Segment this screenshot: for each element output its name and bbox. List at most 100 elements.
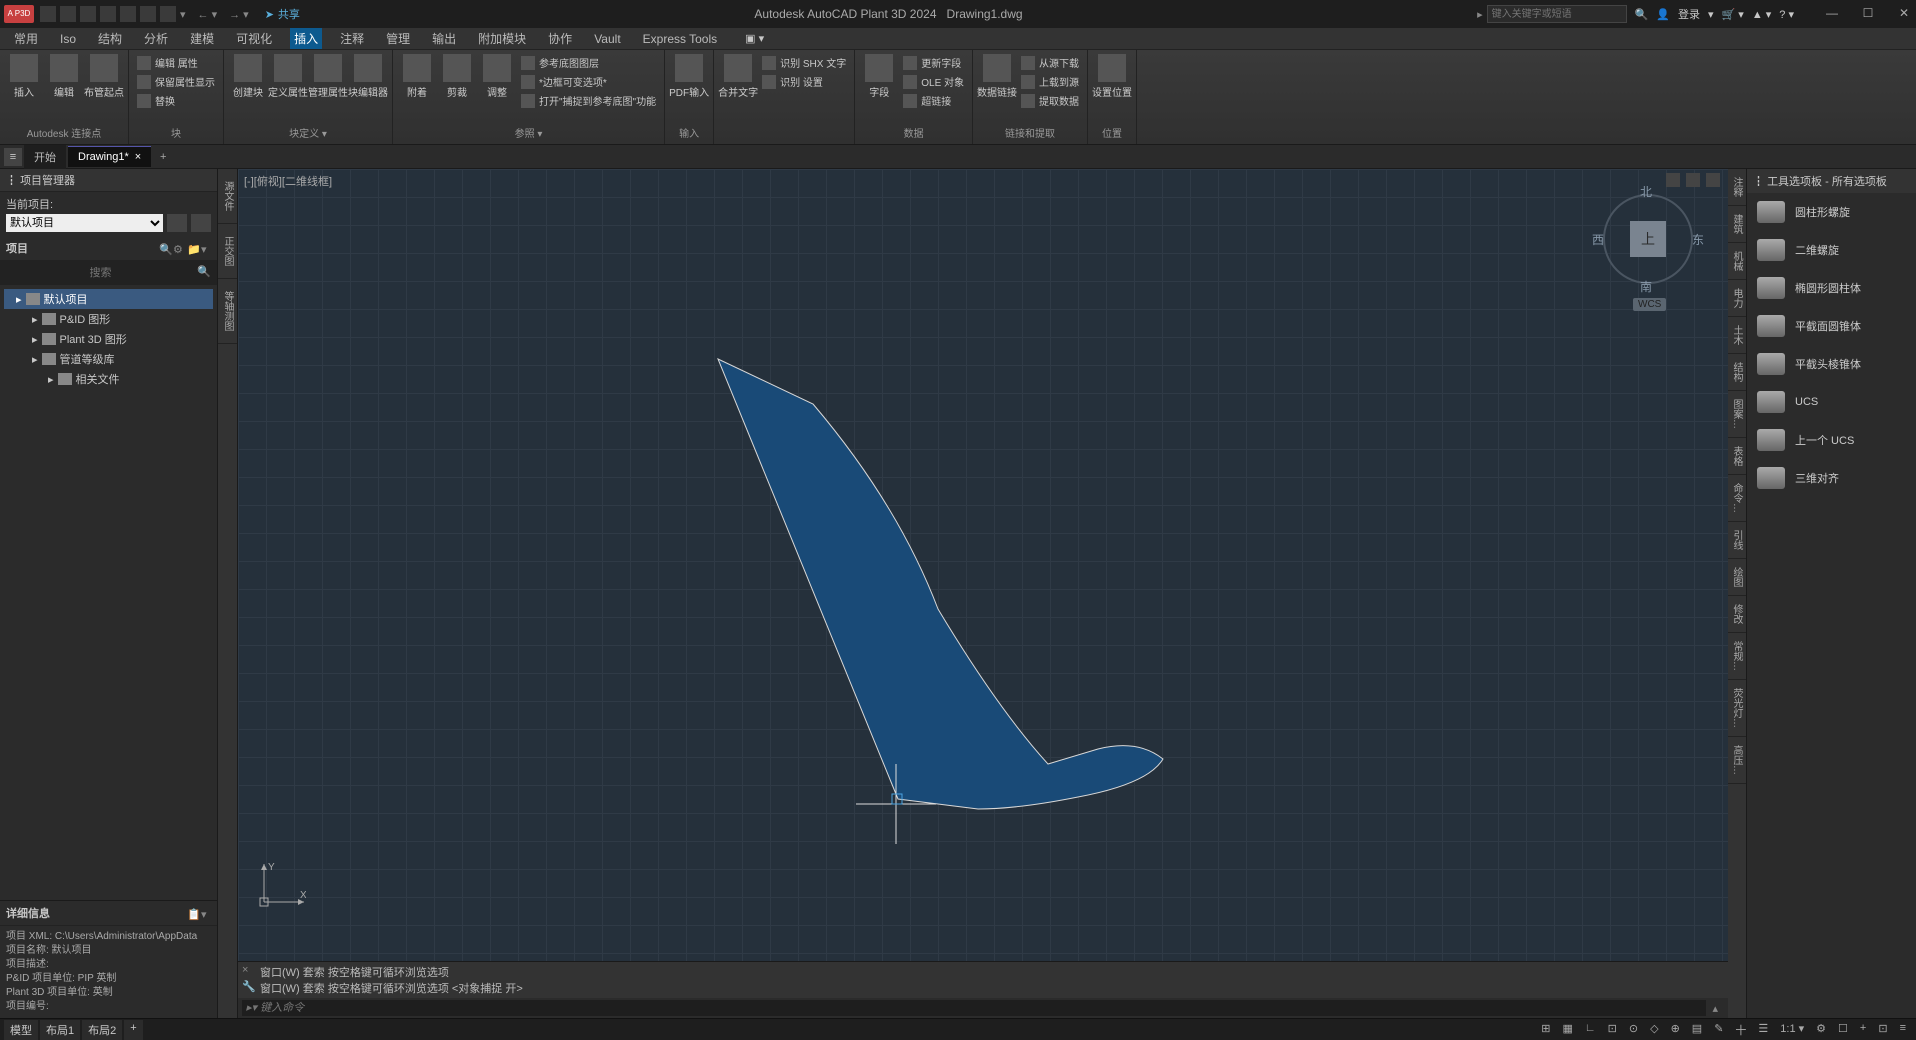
layout-tab-2[interactable]: 布局2 bbox=[82, 1020, 122, 1040]
viewport-label[interactable]: [-][俯视][二维线框] bbox=[244, 173, 332, 189]
ribbon-button-3-2[interactable]: 调整 bbox=[479, 54, 515, 99]
ribbon-button-2-1[interactable]: 定义属性 bbox=[270, 54, 306, 99]
viewcube-north[interactable]: 北 bbox=[1640, 183, 1652, 200]
ribbon-small-5-1[interactable]: 识别 设置 bbox=[760, 73, 848, 90]
right-vtab-11[interactable]: 修改 bbox=[1728, 596, 1746, 633]
right-vtab-13[interactable]: 荧光灯… bbox=[1728, 680, 1746, 737]
menu-item-9[interactable]: 输出 bbox=[428, 28, 460, 49]
ribbon-button-0-2[interactable]: 布管起点 bbox=[86, 54, 122, 99]
status-item-8[interactable]: ✎ bbox=[1710, 1020, 1727, 1040]
vtab-2[interactable]: 等轴测图 bbox=[218, 279, 237, 344]
tool-item-6[interactable]: 上一个 UCS bbox=[1747, 421, 1916, 459]
menu-item-0[interactable]: 常用 bbox=[10, 28, 42, 49]
vp-maximize-icon[interactable] bbox=[1686, 173, 1700, 187]
help-search-input[interactable] bbox=[1487, 5, 1627, 23]
qat-undo-icon[interactable] bbox=[140, 6, 156, 22]
menu-item-3[interactable]: 分析 bbox=[140, 28, 172, 49]
ribbon-button-7-0[interactable]: 数据链接 bbox=[979, 54, 1015, 99]
ribbon-button-6-0[interactable]: 字段 bbox=[861, 54, 897, 99]
help-icon[interactable]: ? ▾ bbox=[1779, 8, 1794, 21]
proj-tool2-icon[interactable]: ⚙ bbox=[173, 243, 183, 253]
right-vtab-1[interactable]: 建筑 bbox=[1728, 206, 1746, 243]
right-vtab-14[interactable]: 高压… bbox=[1728, 737, 1746, 784]
add-tab-button[interactable]: + bbox=[153, 151, 173, 163]
ribbon-small-6-1[interactable]: OLE 对象 bbox=[901, 73, 966, 90]
viewcube-east[interactable]: 东 bbox=[1692, 231, 1704, 248]
menu-item-7[interactable]: 注释 bbox=[336, 28, 368, 49]
project-dropdown[interactable]: 默认项目 bbox=[6, 214, 163, 232]
search-icon[interactable]: 🔍 bbox=[1635, 8, 1649, 21]
layout-tab-model[interactable]: 模型 bbox=[4, 1020, 38, 1040]
status-extra-0[interactable]: ⚙ bbox=[1812, 1020, 1830, 1040]
viewcube-wcs[interactable]: WCS bbox=[1633, 298, 1666, 311]
menu-item-6[interactable]: 插入 bbox=[290, 28, 322, 49]
viewcube-west[interactable]: 西 bbox=[1592, 231, 1604, 248]
status-item-4[interactable]: ⊙ bbox=[1625, 1020, 1642, 1040]
ribbon-small-3-0[interactable]: 参考底图图层 bbox=[519, 54, 658, 71]
status-item-3[interactable]: ⊡ bbox=[1604, 1020, 1621, 1040]
tree-item-4[interactable]: ▸相关文件 bbox=[4, 369, 213, 389]
qat-save-icon[interactable] bbox=[80, 6, 96, 22]
qat-new-icon[interactable] bbox=[40, 6, 56, 22]
vtab-0[interactable]: 源文件 bbox=[218, 169, 237, 224]
status-item-2[interactable]: ∟ bbox=[1581, 1020, 1600, 1040]
qat-redo-icon[interactable] bbox=[160, 6, 176, 22]
vp-minimize-icon[interactable] bbox=[1666, 173, 1680, 187]
right-vtab-10[interactable]: 绘图 bbox=[1728, 559, 1746, 596]
apps-icon[interactable]: ▲ ▾ bbox=[1752, 8, 1771, 21]
ribbon-button-2-3[interactable]: 块编辑器 bbox=[350, 54, 386, 99]
drawing-canvas[interactable]: [-][俯视][二维线框] 上 北 南 东 西 WCS X bbox=[238, 169, 1728, 1018]
close-button[interactable]: ✕ bbox=[1896, 6, 1912, 22]
viewcube[interactable]: 上 北 南 东 西 WCS bbox=[1598, 189, 1698, 289]
qat-arrow2-icon[interactable]: → ▾ bbox=[229, 8, 249, 21]
status-item-0[interactable]: ⊞ bbox=[1537, 1020, 1554, 1040]
status-item-7[interactable]: ▤ bbox=[1688, 1020, 1706, 1040]
tool-item-0[interactable]: 圆柱形螺旋 bbox=[1747, 193, 1916, 231]
status-item-1[interactable]: ▦ bbox=[1558, 1020, 1576, 1040]
tree-item-0[interactable]: ▸默认项目 bbox=[4, 289, 213, 309]
ribbon-button-2-2[interactable]: 管理属性 bbox=[310, 54, 346, 99]
tree-item-2[interactable]: ▸Plant 3D 图形 bbox=[4, 329, 213, 349]
proj-tool1-icon[interactable]: 🔍 bbox=[159, 243, 169, 253]
tab-start[interactable]: 开始 bbox=[24, 145, 66, 169]
ribbon-small-1-1[interactable]: 保留属性显示 bbox=[135, 73, 217, 90]
tool-item-2[interactable]: 椭圆形圆柱体 bbox=[1747, 269, 1916, 307]
status-item-10[interactable]: ☰ bbox=[1754, 1020, 1772, 1040]
command-input[interactable] bbox=[242, 1000, 1706, 1016]
ribbon-button-3-0[interactable]: 附着 bbox=[399, 54, 435, 99]
ribbon-button-0-0[interactable]: 插入 bbox=[6, 54, 42, 99]
menu-overflow-icon[interactable]: ▣ ▾ bbox=[745, 32, 764, 45]
qat-arrow-icon[interactable]: ← ▾ bbox=[198, 8, 218, 21]
qat-dropdown-icon[interactable]: ▾ bbox=[180, 8, 186, 21]
vp-close-icon[interactable] bbox=[1706, 173, 1720, 187]
tab-drawing1[interactable]: Drawing1*× bbox=[68, 146, 151, 167]
viewcube-south[interactable]: 南 bbox=[1640, 278, 1652, 295]
ribbon-small-7-0[interactable]: 从源下载 bbox=[1019, 54, 1081, 71]
status-extra-4[interactable]: ≡ bbox=[1896, 1020, 1910, 1040]
right-vtab-4[interactable]: 土木 bbox=[1728, 317, 1746, 354]
detail-tool1-icon[interactable]: 📋 bbox=[187, 908, 197, 918]
cart-icon[interactable]: 🛒 ▾ bbox=[1722, 8, 1744, 21]
right-vtab-0[interactable]: 注释 bbox=[1728, 169, 1746, 206]
menu-item-11[interactable]: 协作 bbox=[544, 28, 576, 49]
menu-item-8[interactable]: 管理 bbox=[382, 28, 414, 49]
status-extra-3[interactable]: ⊡ bbox=[1874, 1020, 1891, 1040]
tree-item-1[interactable]: ▸P&ID 图形 bbox=[4, 309, 213, 329]
detail-tool2-icon[interactable]: ▾ bbox=[201, 908, 211, 918]
ribbon-button-4-0[interactable]: PDF输入 bbox=[671, 54, 707, 99]
command-expand-icon[interactable]: ▴ bbox=[1706, 1002, 1724, 1015]
minimize-button[interactable]: — bbox=[1824, 6, 1840, 22]
ribbon-small-7-2[interactable]: 提取数据 bbox=[1019, 92, 1081, 109]
user-icon[interactable]: 👤 bbox=[1656, 8, 1670, 21]
status-item-6[interactable]: ⊕ bbox=[1667, 1020, 1684, 1040]
ribbon-button-0-1[interactable]: 编辑 bbox=[46, 54, 82, 99]
status-item-5[interactable]: ◇ bbox=[1646, 1020, 1662, 1040]
status-item-9[interactable]: 十 bbox=[1731, 1020, 1750, 1040]
maximize-button[interactable]: ☐ bbox=[1860, 6, 1876, 22]
menu-item-2[interactable]: 结构 bbox=[94, 28, 126, 49]
qat-open-icon[interactable] bbox=[60, 6, 76, 22]
drawing-shape[interactable] bbox=[478, 349, 1178, 829]
layout-tab-1[interactable]: 布局1 bbox=[40, 1020, 80, 1040]
tool-item-5[interactable]: UCS bbox=[1747, 383, 1916, 421]
proj-tool3-icon[interactable]: 📁 bbox=[187, 243, 197, 253]
